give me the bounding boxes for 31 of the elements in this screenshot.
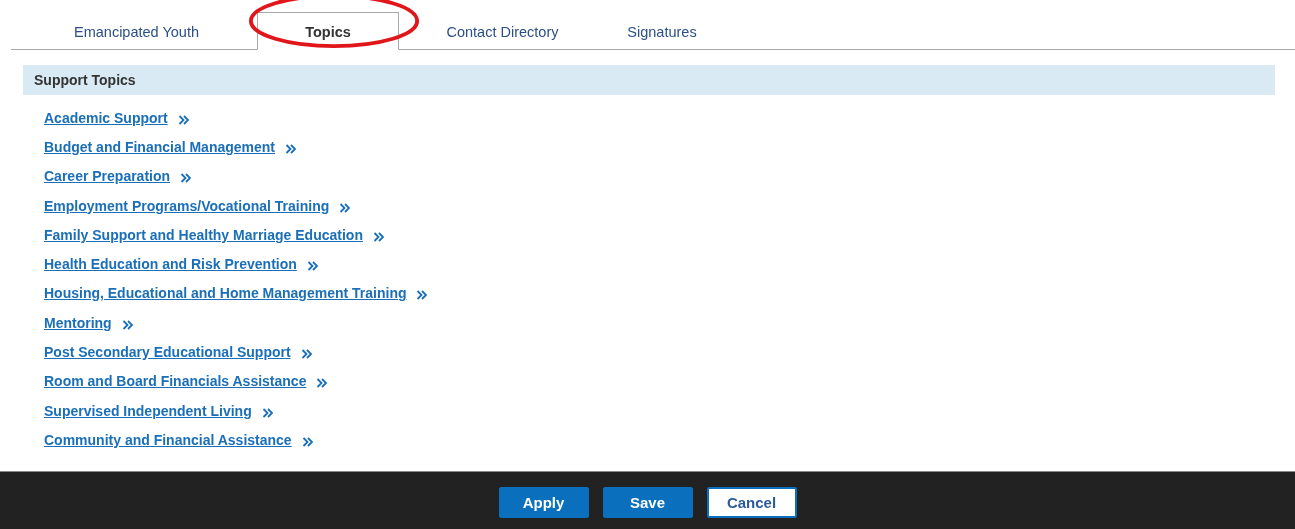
- double-chevron-icon: [261, 406, 274, 419]
- double-chevron-icon: [316, 377, 329, 390]
- double-chevron-icon: [180, 172, 193, 185]
- topic-link[interactable]: Academic Support: [44, 109, 168, 126]
- topic-link[interactable]: Career Preparation: [44, 168, 171, 185]
- double-chevron-icon: [285, 142, 298, 155]
- double-chevron-icon: [300, 348, 313, 360]
- topic-link[interactable]: Mentoring: [44, 314, 112, 331]
- tab[interactable]: Emancipated Youth: [31, 9, 242, 50]
- action-button[interactable]: Save: [602, 487, 693, 518]
- double-chevron-icon: [301, 435, 314, 448]
- topic-link[interactable]: Supervised Independent Living: [44, 402, 252, 419]
- double-chevron-icon: [121, 318, 134, 331]
- topic-link[interactable]: Family Support and Healthy Marriage Education: [44, 226, 363, 243]
- panel-header: Support Topics: [23, 65, 1275, 95]
- topic-link[interactable]: Housing, Educational and Home Management Training: [44, 285, 407, 302]
- double-chevron-icon: [339, 201, 352, 214]
- topic-link[interactable]: Health Education and Risk Prevention: [44, 256, 297, 273]
- topic-link[interactable]: Room and Board Financials Assistance: [44, 373, 307, 390]
- action-button[interactable]: Cancel: [706, 487, 797, 518]
- double-chevron-icon: [416, 289, 429, 302]
- topic-link[interactable]: Employment Programs/Vocational Training: [44, 197, 330, 214]
- tab[interactable]: Signatures: [606, 9, 718, 50]
- tab[interactable]: Contact Directory: [399, 9, 606, 50]
- double-chevron-icon: [177, 113, 190, 126]
- topic-link[interactable]: Community and Financial Assistance: [44, 431, 292, 448]
- topic-link[interactable]: Post Secondary Educational Support: [44, 344, 291, 360]
- double-chevron-icon: [306, 260, 319, 273]
- topic-link[interactable]: Budget and Financial Management: [44, 138, 276, 155]
- action-button[interactable]: Apply: [498, 487, 589, 518]
- double-chevron-icon: [372, 230, 385, 243]
